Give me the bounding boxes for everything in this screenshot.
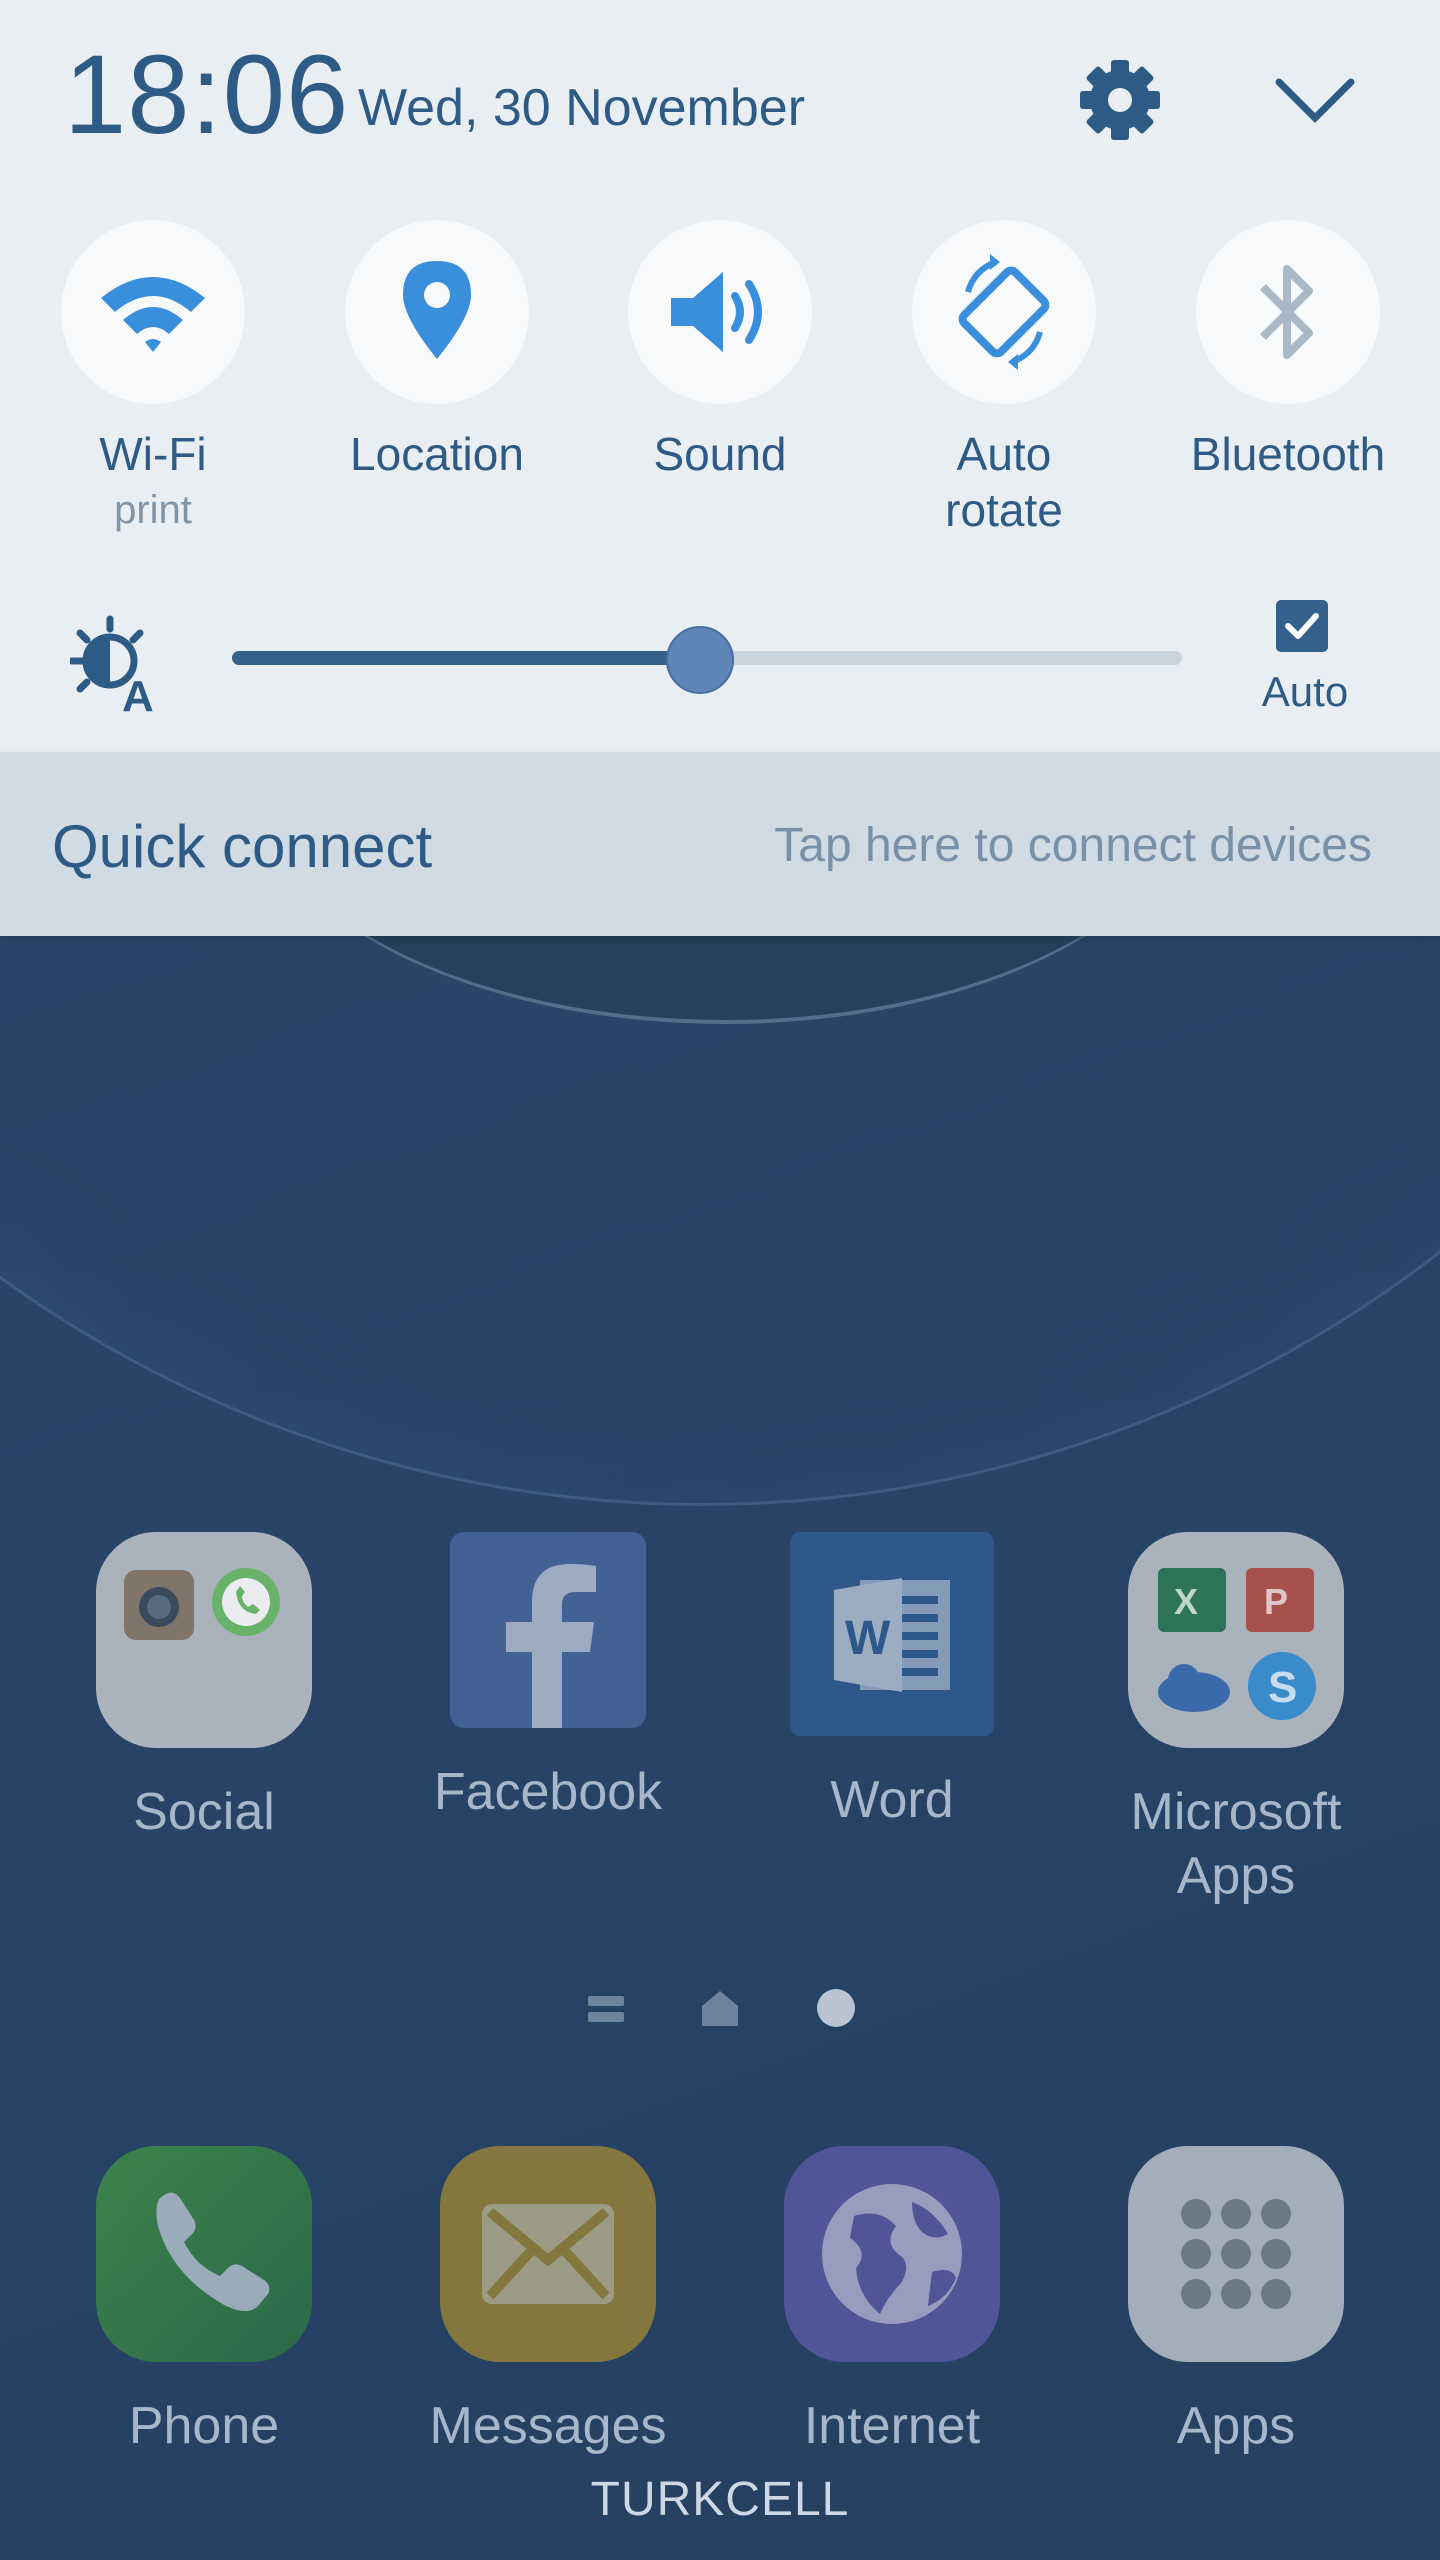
app-social-folder[interactable]: Social (44, 1532, 364, 1844)
qs-tile-bluetooth[interactable]: Bluetooth (1168, 220, 1408, 482)
dock-messages[interactable]: Messages (388, 2146, 708, 2458)
page-indicator-current[interactable] (816, 1988, 856, 2033)
apps-grid-icon (1128, 2146, 1344, 2362)
page-indicator-briefing[interactable] (586, 1988, 626, 2033)
quick-connect-hint: Tap here to connect devices (774, 819, 1372, 872)
gear-icon (1080, 60, 1160, 140)
app-label: Internet (803, 2397, 981, 2455)
svg-text:A: A (122, 672, 154, 715)
date: Wed, 30 November (358, 79, 806, 137)
svg-text:S: S (1268, 1663, 1297, 1712)
settings-button[interactable] (1070, 50, 1170, 150)
qs-tile-wifi[interactable]: Wi-Fi print (33, 220, 273, 538)
app-label: Microsoft Apps (1130, 1783, 1342, 1905)
app-label: Apps (1176, 2397, 1296, 2455)
auto-brightness-checkbox[interactable] (1276, 600, 1328, 652)
qs-label: Auto rotate (945, 428, 1063, 536)
app-label: Social (133, 1783, 275, 1841)
location-pin-icon (403, 261, 471, 359)
qs-label: Location (350, 428, 524, 480)
app-facebook[interactable]: Facebook (388, 1532, 708, 1824)
internet-icon (784, 2146, 1000, 2362)
dock-internet[interactable]: Internet (732, 2146, 1052, 2458)
svg-text:X: X (1174, 1581, 1198, 1622)
app-label: Word (830, 1771, 954, 1829)
qs-tile-sound[interactable]: Sound (600, 220, 840, 482)
social-folder-icon (96, 1532, 312, 1748)
wifi-icon (101, 277, 205, 352)
expand-panel-button[interactable] (1265, 50, 1365, 150)
page-indicator-home-icon[interactable] (700, 1988, 740, 2033)
qs-button-wifi[interactable] (61, 220, 245, 404)
auto-brightness-label: Auto (1261, 668, 1349, 715)
app-label: Messages (429, 2397, 667, 2455)
qs-tile-auto-rotate[interactable]: Auto rotate (884, 220, 1124, 538)
qs-button-sound[interactable] (628, 220, 812, 404)
clock: 18:06 (64, 32, 350, 157)
qs-label: Bluetooth (1190, 428, 1386, 480)
qs-label: Wi-Fi (99, 428, 207, 480)
dock-phone[interactable]: Phone (44, 2146, 364, 2458)
bluetooth-icon (1260, 265, 1313, 359)
checkmark-icon (1285, 613, 1319, 639)
app-label: Phone (128, 2397, 280, 2455)
quick-connect-title: Quick connect (52, 813, 433, 880)
qs-sub-label: print (114, 488, 192, 532)
qs-button-location[interactable] (345, 220, 529, 404)
qs-button-bluetooth[interactable] (1196, 220, 1380, 404)
auto-rotate-icon (958, 254, 1050, 370)
carrier-label: TURKCELL (590, 2473, 850, 2526)
brightness-slider-fill (232, 651, 698, 665)
quick-connect-bar[interactable]: Quick connect Tap here to connect device… (0, 752, 1440, 936)
notification-panel: 18:06 Wed, 30 November Wi-Fi print Locat… (0, 0, 1440, 752)
speaker-icon (671, 272, 762, 352)
app-microsoft-apps-folder[interactable]: X P S Microsoft Apps (1076, 1532, 1396, 1908)
word-icon: W (790, 1532, 994, 1736)
microsoft-apps-folder-icon: X P S (1128, 1532, 1344, 1748)
messages-icon (440, 2146, 656, 2362)
auto-brightness-icon: A (68, 615, 170, 721)
app-word[interactable]: W Word (732, 1532, 1052, 1832)
phone-icon (96, 2146, 312, 2362)
svg-text:W: W (845, 1612, 891, 1665)
app-label: Facebook (433, 1763, 663, 1821)
qs-tile-location[interactable]: Location (317, 220, 557, 482)
dock-apps[interactable]: Apps (1076, 2146, 1396, 2458)
brightness-slider-thumb[interactable] (665, 626, 734, 694)
facebook-icon (450, 1532, 646, 1728)
qs-label: Sound (653, 428, 787, 480)
qs-button-auto-rotate[interactable] (912, 220, 1096, 404)
chevron-down-icon (1275, 78, 1355, 123)
brightness-slider[interactable] (232, 626, 1182, 694)
svg-text:P: P (1264, 1581, 1288, 1622)
